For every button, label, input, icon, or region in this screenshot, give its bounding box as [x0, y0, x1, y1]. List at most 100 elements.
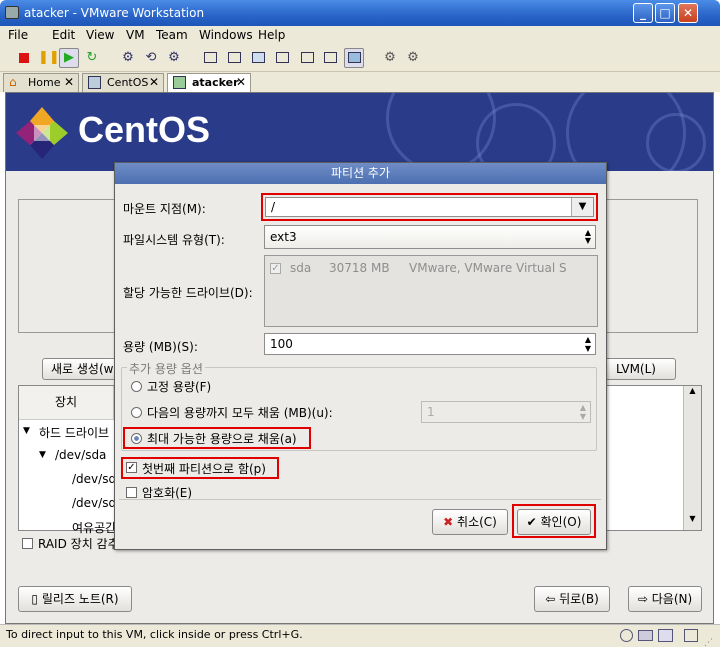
tree-scrollbar[interactable]: ▲ ▼	[683, 386, 701, 530]
menu-help[interactable]: Help	[258, 28, 285, 42]
expander-icon[interactable]: ▼	[39, 450, 46, 460]
close-tab-icon[interactable]: ✕	[64, 74, 74, 91]
force-primary-label: 첫번째 파티션으로 함(p)	[142, 462, 266, 476]
summary-view-icon[interactable]	[320, 48, 340, 68]
cancel-button[interactable]: ✖ 취소(C)	[432, 509, 508, 535]
banner-swirl	[646, 113, 706, 171]
maximize-icon[interactable]: □	[655, 3, 675, 23]
release-notes-label: 릴리즈 노트(R)	[41, 592, 119, 606]
menubar: File Edit View VM Team Windows Help	[0, 26, 720, 45]
status-text: To direct input to this VM, click inside…	[6, 628, 303, 641]
full-screen-icon[interactable]	[248, 48, 268, 68]
tab-centos[interactable]: CentOS ✕	[82, 73, 164, 92]
menu-vm[interactable]: VM	[126, 28, 145, 42]
dialog-title: 파티션 추가	[115, 163, 606, 184]
fill-max-radio[interactable]	[131, 433, 142, 444]
reset-icon[interactable]: ↻	[82, 48, 102, 68]
mount-point-combo[interactable]: / ▼	[265, 197, 594, 217]
force-primary-checkbox[interactable]: ✓	[126, 462, 137, 473]
mount-point-label: 마운트 지점(M):	[123, 202, 206, 216]
device-column-header[interactable]: 장치	[19, 386, 114, 420]
fixed-size-label: 고정 용량(F)	[147, 380, 212, 394]
drive-sda-checkbox[interactable]: ✓	[270, 263, 281, 274]
updown-arrow-icon: ▲ ▼	[584, 228, 591, 245]
resize-grip-icon[interactable]: ⋰	[704, 633, 713, 653]
power-off-icon[interactable]	[14, 48, 34, 68]
tree-item-hard-drives[interactable]: 하드 드라이브	[39, 424, 109, 441]
close-icon[interactable]: ✕	[678, 3, 698, 23]
cdrom-device-icon[interactable]	[620, 629, 633, 642]
scroll-up-icon[interactable]: ▲	[685, 386, 700, 400]
encrypt-checkbox[interactable]	[126, 487, 137, 498]
menu-windows[interactable]: Windows	[199, 28, 253, 42]
snapshot-icon[interactable]: ⚙	[118, 48, 138, 68]
spin-arrows-icon[interactable]: ▲ ▼	[582, 335, 594, 353]
ok-icon: ✔	[526, 515, 537, 529]
preferences-icon[interactable]: ⚙	[380, 48, 400, 68]
menu-edit[interactable]: Edit	[52, 28, 75, 42]
size-spinbox[interactable]: 100 ▲ ▼	[264, 333, 596, 355]
revert-snapshot-icon[interactable]: ⟲	[141, 48, 161, 68]
scroll-down-icon[interactable]: ▼	[685, 514, 700, 528]
quick-switch-icon[interactable]	[272, 48, 292, 68]
statusbar: To direct input to this VM, click inside…	[0, 624, 720, 648]
next-button[interactable]: ⇨ 다음(N)	[628, 586, 702, 612]
vm-view-icon[interactable]	[344, 48, 364, 68]
raid-hide-label: RAID 장치 감추	[38, 537, 119, 551]
drives-list[interactable]: ✓ sda 30718 MB VMware, VMware Virtual S	[264, 255, 598, 327]
spin-arrows-icon[interactable]: ▲ ▼	[577, 403, 589, 421]
back-label: 뒤로(B)	[559, 592, 599, 606]
menu-view[interactable]: View	[86, 28, 114, 42]
centos-brand-text: CentOS	[78, 109, 211, 150]
lvm-button[interactable]: LVM(L)	[596, 358, 676, 380]
size-value: 100	[270, 337, 293, 351]
notes-icon: ▯	[31, 592, 39, 606]
drive-size: 30718 MB	[329, 261, 390, 275]
thumbnail-view-icon[interactable]	[224, 48, 244, 68]
menu-team[interactable]: Team	[156, 28, 188, 42]
minimize-icon[interactable]: _	[633, 3, 653, 23]
network-device-icon[interactable]	[658, 629, 673, 642]
message-log-icon[interactable]	[684, 629, 698, 642]
close-tab-icon[interactable]: ✕	[236, 74, 246, 91]
expander-icon[interactable]: ▼	[23, 426, 30, 436]
centos-logo-icon	[16, 107, 68, 159]
drive-model: VMware, VMware Virtual S	[409, 261, 567, 275]
sidebar-view-icon[interactable]	[200, 48, 220, 68]
allowable-drives-label: 할당 가능한 드라이브(D):	[123, 286, 253, 300]
tab-centos-label: CentOS	[107, 76, 149, 89]
fill-upto-spinbox[interactable]: 1 ▲ ▼	[421, 401, 591, 423]
menu-file[interactable]: File	[8, 28, 28, 42]
vmware-app-icon	[5, 6, 19, 19]
harddisk-device-icon[interactable]	[638, 630, 653, 641]
fill-upto-radio[interactable]	[131, 407, 142, 418]
filesystem-type-select[interactable]: ext3 ▲ ▼	[264, 225, 596, 249]
ok-button[interactable]: ✔ 확인(O)	[517, 509, 591, 535]
tab-bar: ⌂ Home ✕ CentOS ✕ atacker ✕	[0, 72, 720, 93]
back-button[interactable]: ⇦ 뒤로(B)	[534, 586, 610, 612]
ok-label: 확인(O)	[540, 515, 582, 529]
close-tab-icon[interactable]: ✕	[149, 74, 159, 91]
tab-home-label: Home	[28, 76, 61, 89]
filesystem-type-value: ext3	[270, 230, 297, 244]
unity-icon[interactable]: ⚙	[403, 48, 423, 68]
power-on-icon[interactable]: ▶	[59, 48, 79, 68]
window-titlebar: atacker - VMware Workstation _ □ ✕	[0, 0, 720, 26]
console-view-icon[interactable]	[297, 48, 317, 68]
tree-item-free-space[interactable]: 여유공간	[72, 519, 116, 536]
fixed-size-radio[interactable]	[131, 381, 142, 392]
vm-icon	[88, 76, 101, 89]
size-options-title: 추가 용량 옵션	[127, 360, 205, 377]
banner-swirl	[476, 103, 556, 171]
release-notes-button[interactable]: ▯ 릴리즈 노트(R)	[18, 586, 132, 612]
snapshot-manager-icon[interactable]: ⚙	[164, 48, 184, 68]
fill-upto-value: 1	[427, 405, 435, 419]
vm-running-icon	[173, 76, 186, 89]
size-label: 용량 (MB)(S):	[123, 340, 198, 354]
raid-hide-checkbox[interactable]	[22, 538, 33, 549]
suspend-icon[interactable]: ❚❚	[37, 48, 60, 68]
tab-atacker[interactable]: atacker ✕	[167, 73, 251, 93]
tree-item-sda[interactable]: /dev/sda	[55, 448, 106, 462]
dropdown-arrow-icon[interactable]: ▼	[571, 198, 593, 216]
tab-home[interactable]: ⌂ Home ✕	[3, 73, 79, 92]
